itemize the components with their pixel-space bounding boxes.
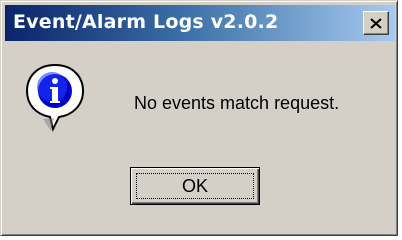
- window-title: Event/Alarm Logs v2.0.2: [13, 11, 279, 33]
- information-icon: [25, 63, 85, 132]
- dialog-message: No events match request.: [134, 93, 340, 113]
- ok-button-label: OK: [181, 175, 208, 196]
- title-bar[interactable]: Event/Alarm Logs v2.0.2: [5, 5, 395, 41]
- ok-button[interactable]: OK: [130, 167, 260, 205]
- close-icon: [370, 17, 382, 29]
- message-dialog: Event/Alarm Logs v2.0.2 No events match …: [0, 0, 398, 236]
- close-button[interactable]: [363, 11, 389, 35]
